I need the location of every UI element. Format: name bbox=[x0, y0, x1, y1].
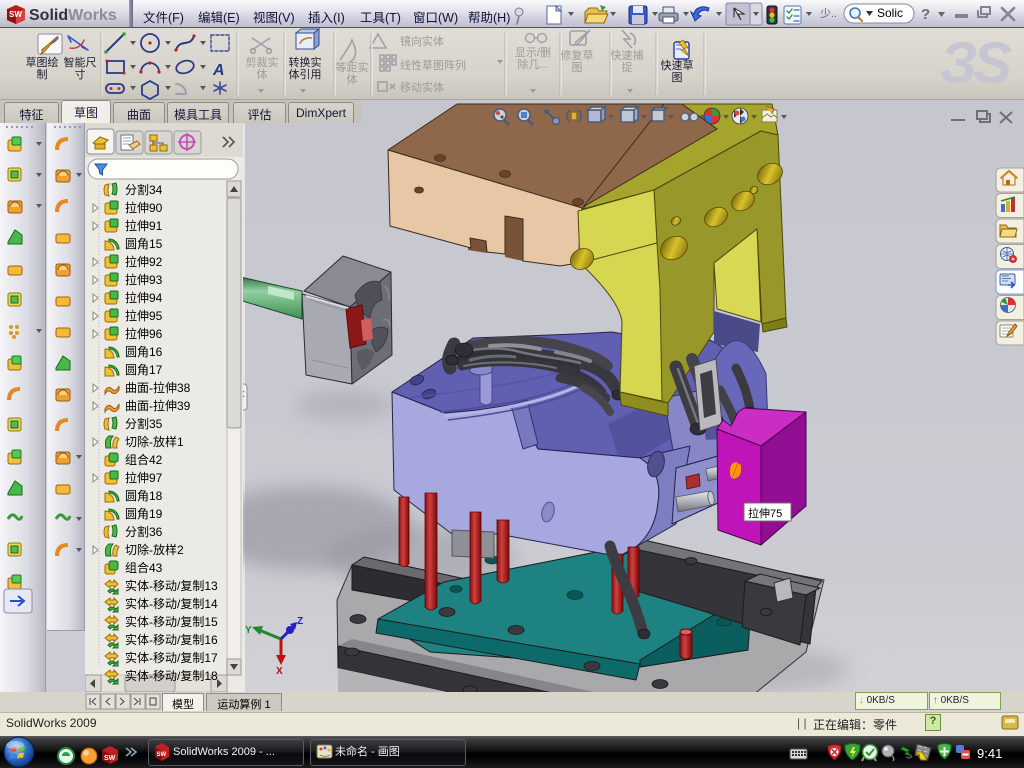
svg-text:SW: SW bbox=[104, 755, 116, 762]
svg-text:Z: Z bbox=[297, 616, 303, 627]
svg-text:?: ? bbox=[921, 6, 930, 23]
svg-text:X: X bbox=[276, 666, 283, 677]
svg-text:SW: SW bbox=[9, 10, 22, 19]
svg-text:A: A bbox=[212, 62, 225, 79]
svg-text:!: ! bbox=[918, 754, 920, 761]
svg-text:SW: SW bbox=[157, 752, 167, 758]
svg-text:SolidWorks: SolidWorks bbox=[29, 7, 117, 24]
svg-text:拉伸75: 拉伸75 bbox=[748, 506, 782, 520]
svg-text:Solic: Solic bbox=[877, 6, 903, 20]
svg-text:少..: 少.. bbox=[820, 7, 837, 20]
svg-text:Y: Y bbox=[245, 625, 252, 636]
